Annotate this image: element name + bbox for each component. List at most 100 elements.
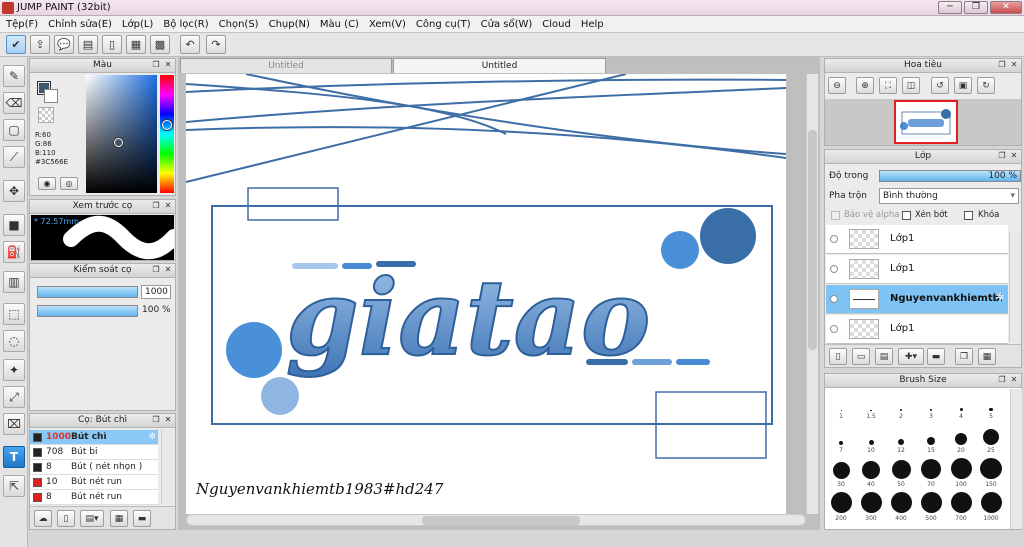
brush-size-option[interactable]: 4 xyxy=(946,390,976,420)
close-icon[interactable]: ✕ xyxy=(1009,151,1019,161)
rect-tool-icon[interactable]: ▢ xyxy=(3,119,25,141)
undock-icon[interactable]: ❐ xyxy=(151,415,161,425)
menu-file[interactable]: Tệp(F) xyxy=(4,19,46,30)
undock-icon[interactable]: ❐ xyxy=(151,201,161,211)
saturation-value-picker[interactable] xyxy=(86,75,157,193)
palette-settings-icon[interactable]: ◎ xyxy=(60,177,78,190)
new-brush-icon[interactable]: ▯ xyxy=(57,510,75,527)
eraser-tool-icon[interactable]: ⌫ xyxy=(3,92,25,114)
export-icon[interactable]: ⇪ xyxy=(30,35,50,54)
close-icon[interactable]: ✕ xyxy=(1009,375,1019,385)
bucket-tool-icon[interactable]: ⛽ xyxy=(3,241,25,263)
select-rect-tool-icon[interactable]: ⬚ xyxy=(3,303,25,325)
brush-copy-icon[interactable]: ▤▾ xyxy=(80,510,104,527)
brush-folder-icon[interactable]: ▬ xyxy=(133,510,151,527)
add-layer-menu-icon[interactable]: ✚▾ xyxy=(898,348,924,365)
brush-list-item[interactable]: 8 Bút nét run xyxy=(30,490,158,505)
brush-size-slider[interactable] xyxy=(37,286,138,298)
eye-icon[interactable] xyxy=(830,265,838,273)
undock-icon[interactable]: ❐ xyxy=(151,60,161,70)
gear-icon[interactable]: ✲ xyxy=(996,292,1004,303)
undo-icon[interactable]: ↶ xyxy=(180,35,200,54)
brush-size-option[interactable]: 200 xyxy=(826,492,856,522)
eye-icon[interactable] xyxy=(830,325,838,333)
operation-tool-icon[interactable]: ⇱ xyxy=(3,475,25,497)
brush-list-item[interactable]: 708 Bút bi xyxy=(30,445,158,460)
brush-size-scrollbar[interactable] xyxy=(1010,389,1022,529)
brush-size-option[interactable]: 30 xyxy=(826,458,856,488)
brush-opacity-slider[interactable] xyxy=(37,305,138,317)
brush-size-option[interactable]: 5 xyxy=(976,390,1006,420)
menu-capture[interactable]: Chụp(N) xyxy=(267,19,318,30)
zoom-in-icon[interactable]: ⊕ xyxy=(856,77,874,94)
fill-rect-tool-icon[interactable]: ■ xyxy=(3,214,25,236)
layout-icon[interactable]: ▦ xyxy=(126,35,146,54)
menu-tools[interactable]: Công cụ(T) xyxy=(414,19,479,30)
background-color-swatch[interactable] xyxy=(44,89,58,103)
menu-filter[interactable]: Bộ lọc(R) xyxy=(161,19,216,30)
layer-row-selected[interactable]: Nguyenvankhiemtb1983 ✲ xyxy=(826,285,1008,314)
brush-size-option[interactable]: 40 xyxy=(856,458,886,488)
line-tool-icon[interactable]: ⟋ xyxy=(3,146,25,168)
menu-cloud[interactable]: Cloud xyxy=(540,19,579,30)
select-pen-tool-icon[interactable]: ⤢ xyxy=(3,386,25,408)
new-raster-layer-icon[interactable]: ▭ xyxy=(852,348,870,365)
drawing-canvas[interactable]: giatao Nguyenvankhiemtb1983#hd247 xyxy=(186,74,786,514)
menu-select[interactable]: Chọn(S) xyxy=(217,19,267,30)
brush-list-item[interactable]: 8 Bút ( nét nhọn ) xyxy=(30,460,158,475)
grid-icon[interactable]: ▩ xyxy=(150,35,170,54)
clipping-checkbox[interactable] xyxy=(902,211,911,220)
tab-untitled-1[interactable]: Untitled xyxy=(180,58,392,73)
duplicate-layer-icon[interactable]: ❐ xyxy=(955,348,973,365)
brush-size-option[interactable]: 10 xyxy=(856,424,886,454)
brush-list-item[interactable]: 10 Bút nét run xyxy=(30,475,158,490)
lasso-tool-icon[interactable]: ◌ xyxy=(3,330,25,352)
layer-opacity-slider[interactable]: 100 % xyxy=(879,170,1021,182)
horizontal-scroll-thumb[interactable] xyxy=(422,516,580,525)
undock-icon[interactable]: ❐ xyxy=(997,151,1007,161)
rotate-right-icon[interactable]: ↻ xyxy=(977,77,995,94)
layer-row[interactable]: Lớp1 xyxy=(826,315,1008,344)
navigator-thumbnail[interactable] xyxy=(894,100,958,144)
brush-size-option[interactable]: 12 xyxy=(886,424,916,454)
layer-row[interactable]: Lớp1 xyxy=(826,255,1008,284)
rotate-left-icon[interactable]: ↺ xyxy=(931,77,949,94)
brush-size-option[interactable]: 15 xyxy=(916,424,946,454)
color-picker-cursor[interactable] xyxy=(114,138,123,147)
lock-checkbox[interactable] xyxy=(964,211,973,220)
brush-size-option[interactable]: 70 xyxy=(916,458,946,488)
menu-edit[interactable]: Chỉnh sửa(E) xyxy=(46,19,120,30)
brush-size-option[interactable]: 100 xyxy=(946,458,976,488)
close-icon[interactable]: ✕ xyxy=(163,415,173,425)
brush-size-option[interactable]: 300 xyxy=(856,492,886,522)
close-icon[interactable]: ✕ xyxy=(163,60,173,70)
gear-icon[interactable]: ✲ xyxy=(148,430,156,444)
brush-size-option[interactable]: 400 xyxy=(886,492,916,522)
brush-size-option[interactable]: 700 xyxy=(946,492,976,522)
menu-view[interactable]: Xem(V) xyxy=(367,19,414,30)
close-button[interactable]: ✕ xyxy=(990,1,1022,14)
tab-untitled-2[interactable]: Untitled xyxy=(393,58,606,73)
undock-icon[interactable]: ❐ xyxy=(997,375,1007,385)
close-icon[interactable]: ✕ xyxy=(1009,60,1019,70)
brush-size-option[interactable]: 25 xyxy=(976,424,1006,454)
brush-cloud-icon[interactable]: ☁ xyxy=(34,510,52,527)
fit-screen-icon[interactable]: ⛶ xyxy=(879,77,897,94)
message-icon[interactable]: ▤ xyxy=(78,35,98,54)
move-tool-icon[interactable]: ✥ xyxy=(3,180,25,202)
brush-size-option[interactable]: 1000 xyxy=(976,492,1006,522)
brush-list-scrollbar[interactable] xyxy=(161,430,173,504)
brush-size-option[interactable]: 150 xyxy=(976,458,1006,488)
brush-size-option[interactable]: 20 xyxy=(946,424,976,454)
brush-list-item[interactable]: 1000 Bút chì ✲ xyxy=(30,430,158,445)
menu-help[interactable]: Help xyxy=(579,19,612,30)
new-text-layer-icon[interactable]: ▤ xyxy=(875,348,893,365)
menu-window[interactable]: Cửa sổ(W) xyxy=(479,19,541,30)
hue-slider[interactable] xyxy=(160,75,174,193)
brush-size-option[interactable]: 1 xyxy=(826,390,856,420)
actual-size-icon[interactable]: ◫ xyxy=(902,77,920,94)
check-icon[interactable]: ✔ xyxy=(6,35,26,54)
transparent-color-swatch[interactable] xyxy=(38,107,54,123)
brush-size-option[interactable]: 1.5 xyxy=(856,390,886,420)
comment-icon[interactable]: 💬 xyxy=(54,35,74,54)
